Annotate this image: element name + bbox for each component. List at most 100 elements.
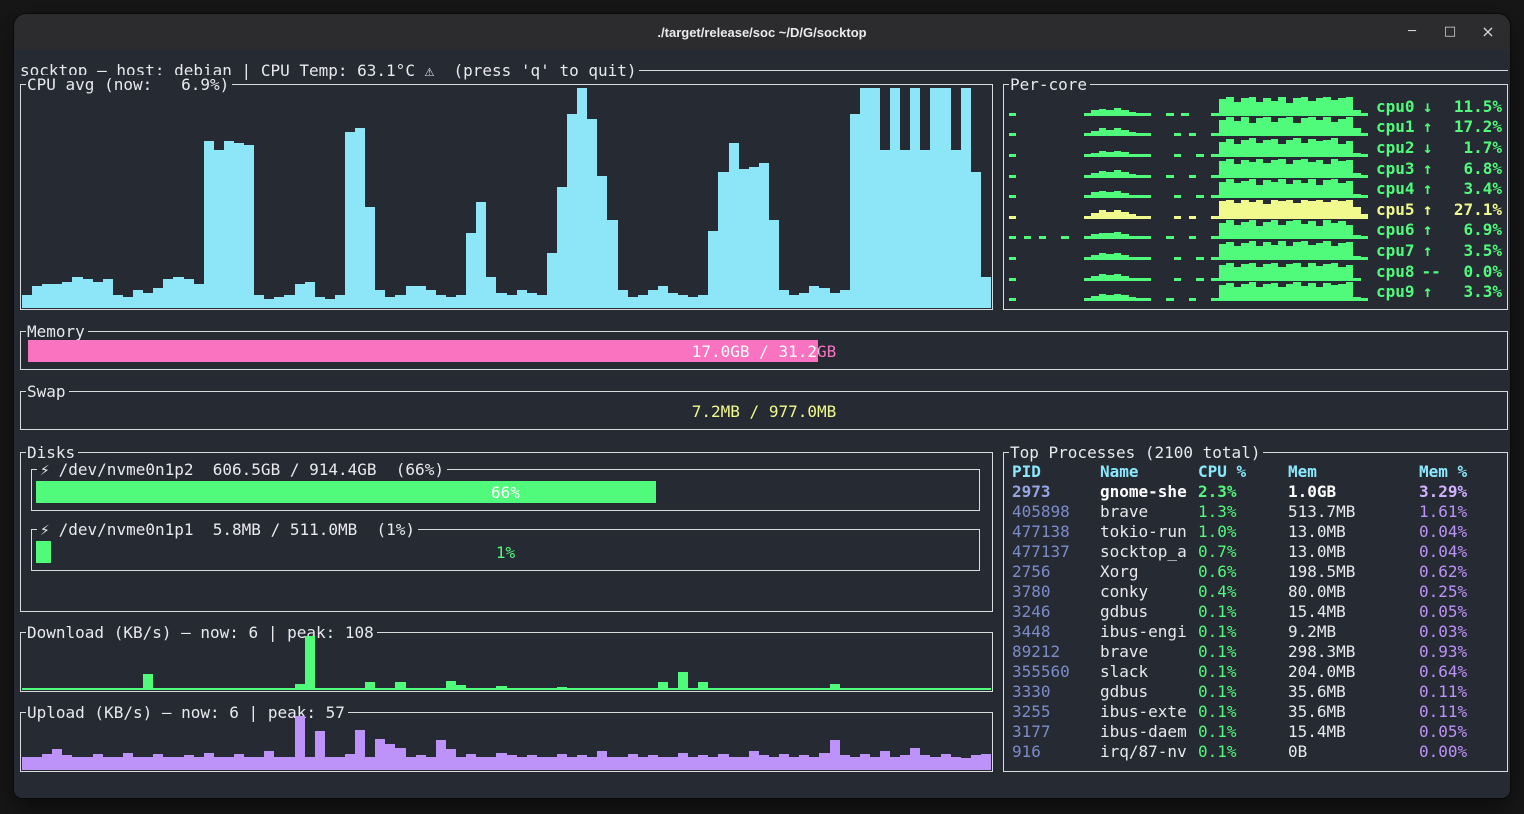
close-icon[interactable]: × xyxy=(1480,24,1496,40)
spark-bar xyxy=(1263,117,1270,136)
chart-bar xyxy=(658,757,668,771)
chart-bar xyxy=(769,757,779,771)
process-cell-pid: 3255 xyxy=(1012,702,1100,721)
chart-bar xyxy=(153,288,163,308)
spark-bar xyxy=(1219,223,1226,239)
spark-bar xyxy=(1114,232,1121,239)
spark-bar xyxy=(1286,103,1293,116)
chart-bar xyxy=(123,297,133,308)
spark-bar xyxy=(1346,97,1353,116)
spark-bar xyxy=(1293,220,1300,239)
core-row-cpu3: cpu3↑ 6.8% xyxy=(1009,158,1502,179)
chart-bar xyxy=(779,290,789,308)
spark-bar xyxy=(1353,256,1360,260)
maximize-icon[interactable]: □ xyxy=(1442,24,1458,40)
process-cell-cpu: 0.7% xyxy=(1198,542,1288,561)
chart-bar xyxy=(295,716,305,770)
spark-bar xyxy=(1211,195,1218,198)
core-trend-icon: ↑ xyxy=(1422,159,1434,178)
chart-bar xyxy=(315,297,325,308)
chart-bar xyxy=(698,682,708,690)
chart-bar xyxy=(254,757,264,771)
spark-bar xyxy=(1121,212,1128,218)
process-row: 916irq/87-nv0.1%0B0.00% xyxy=(1012,741,1503,761)
spark-bar xyxy=(1114,274,1121,280)
chart-bar xyxy=(900,688,910,690)
chart-bar xyxy=(890,88,900,308)
process-cell-mem-pct: 0.00% xyxy=(1419,742,1503,761)
chart-bar xyxy=(708,688,718,690)
chart-bar xyxy=(83,279,93,308)
cpu0-label: cpu0↓11.5% xyxy=(1376,97,1502,116)
process-cell-name: gdbus xyxy=(1100,602,1198,621)
spark-bar xyxy=(1106,152,1113,157)
spark-bar xyxy=(1009,298,1016,301)
spark-bar xyxy=(1316,243,1323,260)
spark-bar xyxy=(1331,138,1338,157)
chart-bar xyxy=(264,299,274,308)
spark-bar xyxy=(1286,246,1293,260)
core-percent: 27.1% xyxy=(1439,200,1502,219)
spark-bar xyxy=(1361,214,1368,219)
spark-bar xyxy=(1144,113,1151,116)
spark-bar xyxy=(1293,282,1300,301)
chart-bar xyxy=(739,169,749,308)
chart-bar xyxy=(416,286,426,308)
spark-bar xyxy=(1249,220,1256,239)
spark-bar xyxy=(1084,257,1091,260)
chart-bar xyxy=(920,755,930,770)
spark-bar xyxy=(1256,159,1263,178)
spark-bar xyxy=(1346,117,1353,136)
chart-bar xyxy=(981,688,991,690)
spark-bar xyxy=(1286,117,1293,136)
disk-2-bar: 1% xyxy=(36,541,975,563)
spark-bar xyxy=(1316,266,1323,281)
chart-bar xyxy=(577,688,587,690)
chart-bar xyxy=(688,757,698,771)
spark-bar xyxy=(1263,242,1270,259)
disk-icon: ⚡ xyxy=(40,460,50,479)
chart-bar xyxy=(618,757,628,771)
chart-bar xyxy=(214,757,224,771)
chart-bar xyxy=(850,757,860,771)
chart-bar xyxy=(860,688,870,690)
minimize-icon[interactable]: ─ xyxy=(1404,24,1420,40)
chart-bar xyxy=(325,757,335,771)
spark-bar xyxy=(1009,236,1016,239)
core-name: cpu5 xyxy=(1376,200,1415,219)
spark-bar xyxy=(1353,235,1360,240)
process-cell-mem: 35.6MB xyxy=(1288,682,1419,701)
spark-bar xyxy=(1024,236,1031,239)
chart-bar xyxy=(910,88,920,308)
spark-bar xyxy=(1211,133,1218,136)
core-name: cpu0 xyxy=(1376,97,1415,116)
chart-bar xyxy=(809,286,819,308)
chart-bar xyxy=(628,297,638,308)
spark-bar xyxy=(1189,133,1196,136)
spark-bar xyxy=(1323,140,1330,157)
chart-bar xyxy=(224,688,234,690)
process-cell-mem: 198.5MB xyxy=(1288,562,1419,581)
chart-bar xyxy=(840,290,850,308)
spark-bar xyxy=(1174,133,1181,136)
memory-title: Memory xyxy=(26,322,88,341)
chart-bar xyxy=(870,757,880,771)
memory-bar: 17.0GB / 31.2GB 17.0GB / 31.2GB xyxy=(28,340,1500,362)
chart-bar xyxy=(173,688,183,690)
spark-bar xyxy=(1271,122,1278,137)
cpu4-label: cpu4↑ 3.4% xyxy=(1376,179,1502,198)
chart-bar xyxy=(971,755,981,770)
chart-bar xyxy=(22,295,32,308)
chart-bar xyxy=(557,187,567,308)
spark-bar xyxy=(1226,283,1233,302)
window-titlebar[interactable]: ./target/release/soc ~/D/G/socktop ─ □ × xyxy=(14,14,1510,50)
chart-bar xyxy=(315,731,325,770)
chart-bar xyxy=(678,295,688,308)
process-cell-name: irq/87-nv xyxy=(1100,742,1198,761)
chart-bar xyxy=(62,688,72,690)
chart-bar xyxy=(32,688,42,690)
spark-bar xyxy=(1271,283,1278,301)
spark-bar xyxy=(1323,283,1330,302)
chart-bar xyxy=(971,688,981,690)
cpu9-label: cpu9↑ 3.3% xyxy=(1376,282,1502,301)
